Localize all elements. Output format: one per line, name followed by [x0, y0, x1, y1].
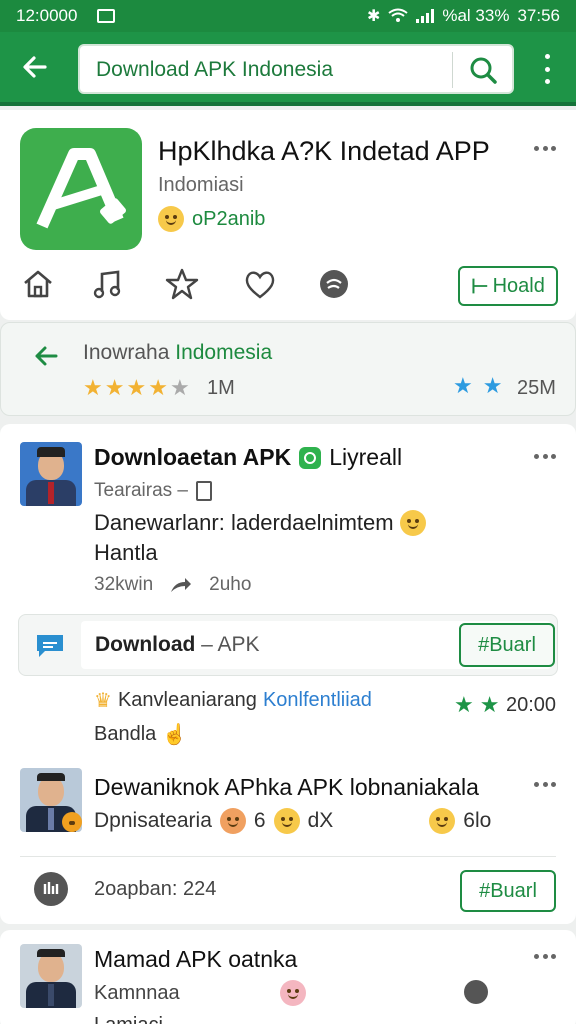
app-icon[interactable] — [20, 128, 142, 250]
promo-rating-stars: ★ ★ — [454, 692, 500, 717]
app-more-icon[interactable] — [534, 146, 556, 154]
smile-emoji-icon — [219, 808, 246, 834]
audio-chat-icon[interactable] — [32, 870, 70, 908]
image-notification-icon — [97, 9, 116, 23]
star-icon[interactable] — [164, 266, 200, 302]
post-meta: Tearairas – — [94, 480, 212, 502]
laugh-emoji-icon — [273, 808, 300, 834]
post-title[interactable]: Mamad APK oatnka — [94, 946, 297, 973]
feed-card-2: Mamad APK oatnka Kamnnaa Lamiaci — [0, 930, 576, 1024]
search-input[interactable] — [96, 56, 446, 84]
avatar[interactable] — [20, 768, 82, 832]
post-meta: Kamnnaa — [94, 982, 180, 1004]
heart-icon[interactable] — [242, 266, 278, 302]
action-row-label: 2oapban: 224 — [94, 878, 217, 900]
divider — [20, 856, 556, 857]
avatar[interactable] — [20, 442, 82, 506]
avatar-badge-icon — [62, 812, 82, 832]
region-label: Inowraha Indomesia — [83, 341, 273, 364]
region-count-right: 25M — [517, 377, 556, 399]
promo-rating: 20:00 — [506, 694, 557, 716]
share-arrow-icon[interactable] — [169, 576, 193, 594]
search-box[interactable] — [78, 44, 514, 94]
post-title[interactable]: Downloaetan APK Liyreall — [94, 444, 402, 471]
developer-name: oP2anib — [192, 207, 266, 230]
wink-emoji-icon — [399, 510, 426, 536]
search-icon[interactable] — [466, 54, 500, 86]
promo-line[interactable]: ♛ Kanvleaniarang Konlfentliiad — [94, 688, 372, 713]
verified-badge-icon — [299, 446, 322, 469]
signal-icon — [416, 9, 435, 23]
row-action-button[interactable]: #Buarl — [460, 870, 556, 912]
post-footer: Lamiaci — [94, 1014, 163, 1024]
crown-icon: ♛ — [94, 690, 112, 712]
search-divider — [452, 52, 453, 88]
promo-sub: Bandla ☝ — [94, 723, 188, 746]
feed-card: Downloaetan APK Liyreall Tearairas – Dan… — [0, 424, 576, 924]
link-card-body: Download – APK #Buarl — [81, 621, 555, 669]
post-title[interactable]: Dewaniknok APhka APK lobnaniakala — [94, 774, 479, 801]
document-icon — [196, 481, 212, 501]
install-glyph-icon: ⊢ — [471, 275, 489, 298]
battery-text: %al 33% — [442, 6, 510, 25]
app-title: HpKlhdka A?K Indetad APP — [158, 136, 490, 166]
link-card-title: Download – APK — [95, 633, 260, 656]
hand-icon: ☝ — [162, 724, 188, 746]
avatar[interactable] — [20, 944, 82, 1008]
region-right-stars: ★ ★ — [453, 373, 503, 398]
region-count-left: 1M — [207, 377, 235, 399]
status-time: 12:0000 — [16, 6, 78, 25]
back-arrow-icon[interactable] — [20, 52, 50, 82]
app-header-card: HpKlhdka A?K Indetad APP Indomiasi oP2an… — [0, 110, 576, 320]
blush-emoji-icon — [280, 980, 306, 1006]
app-bar — [0, 32, 576, 106]
link-card[interactable]: Download – APK #Buarl — [18, 614, 558, 676]
post-more-icon[interactable] — [534, 454, 556, 462]
smile-emoji-icon — [158, 206, 184, 232]
link-card-button[interactable]: #Buarl — [459, 623, 555, 667]
overflow-menu-icon[interactable] — [540, 54, 554, 84]
message-icon — [37, 635, 63, 657]
region-back-icon[interactable] — [31, 341, 61, 371]
install-button[interactable]: ⊢ Hoald — [458, 266, 558, 306]
app-logo-icon — [36, 148, 126, 229]
bluetooth-icon: ✱ — [366, 8, 381, 25]
post-body: Danewarlanr: laderdaelnimtem Hantla — [94, 508, 426, 568]
post-more-icon[interactable] — [534, 954, 556, 962]
post-meta: Dpnisatearia 6 dX 6lo — [94, 808, 492, 834]
post-stats: 32kwin 2uho — [94, 574, 252, 595]
status-clock: 37:56 — [517, 6, 560, 25]
status-bar: 12:0000 ✱ %al 33% 37:56 — [0, 0, 576, 32]
region-rating-stars: ★ ★ ★ ★ ★ — [83, 375, 190, 400]
wifi-icon — [388, 8, 408, 22]
app-actions-row: ⊢ Hoald — [20, 266, 560, 306]
install-label: Hoald — [492, 274, 545, 297]
chat-bubble-icon[interactable] — [316, 266, 352, 302]
home-icon[interactable] — [20, 266, 56, 302]
app-subtitle: Indomiasi — [158, 174, 244, 196]
post-more-icon[interactable] — [534, 782, 556, 790]
music-icon[interactable] — [90, 266, 126, 302]
app-developer[interactable]: oP2anib — [158, 206, 265, 232]
region-card[interactable]: Inowraha Indomesia ★ ★ ★ ★ ★ 1M ★ ★ 25M — [0, 322, 576, 416]
grin-emoji-icon — [429, 808, 456, 834]
check-circle-icon[interactable] — [464, 980, 488, 1004]
